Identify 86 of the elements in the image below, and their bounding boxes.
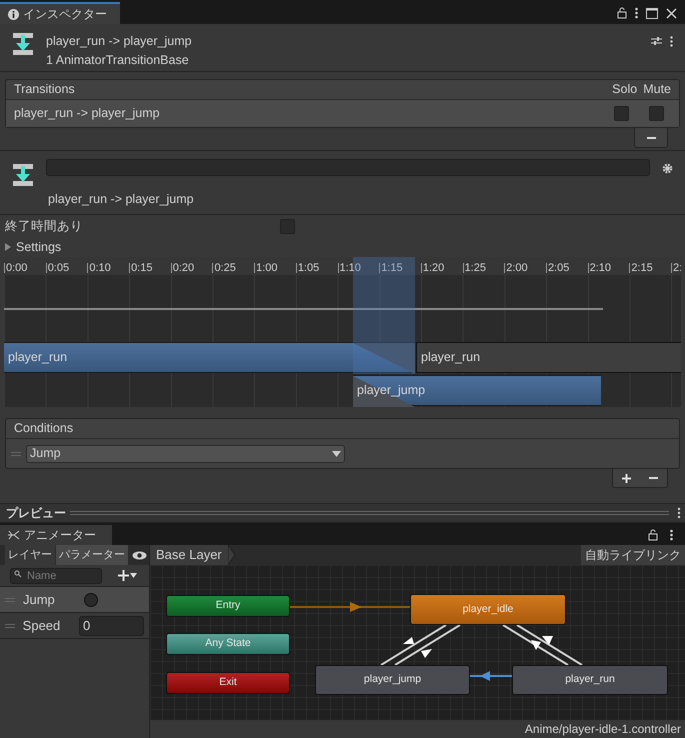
trigger-toggle[interactable]: [84, 592, 98, 606]
time-label: 1:05: [298, 262, 320, 274]
transition-icon: [12, 163, 34, 187]
parameter-value-field[interactable]: 0: [79, 616, 144, 636]
time-label: 0:05: [48, 262, 70, 274]
search-icon: [14, 570, 23, 578]
panel-tab[interactable]: レイヤー: [5, 545, 55, 565]
state-node[interactable]: Exit: [166, 672, 290, 694]
parameter-row[interactable]: Speed 0: [0, 613, 149, 639]
time-label: 2:05: [548, 262, 570, 274]
time-label: 2:: [673, 262, 681, 274]
parameter-dropdown[interactable]: Jump: [26, 444, 345, 462]
inspector-tab[interactable]: インスペクター: [0, 2, 120, 24]
drag-handle-icon[interactable]: [5, 624, 15, 628]
object-type: 1 AnimatorTransitionBase: [46, 52, 190, 69]
controller-path: Anime/player-idle-1.controller: [524, 721, 681, 738]
conditions-header: Conditions: [14, 420, 74, 438]
lock-icon[interactable]: [617, 7, 627, 19]
live-link-button[interactable]: 自動ライブリンク: [581, 545, 685, 565]
time-label: 1:15: [381, 262, 403, 274]
time-label: 2:10: [590, 262, 612, 274]
checkbox[interactable]: [648, 106, 664, 121]
search-field[interactable]: Name: [10, 568, 102, 584]
dropdown-arrow-icon: [332, 450, 341, 456]
add-parameter-button[interactable]: [118, 570, 137, 581]
more-icon[interactable]: [670, 36, 673, 47]
add-condition-button[interactable]: [620, 471, 634, 485]
close-icon[interactable]: [666, 8, 677, 18]
time-label: 0:20: [172, 262, 194, 274]
more-icon[interactable]: [670, 529, 673, 541]
time-label: 0:10: [89, 262, 111, 274]
animator-tab[interactable]: アニメーター: [0, 525, 112, 545]
time-label: 1:25: [464, 262, 486, 274]
state-node[interactable]: player_run: [512, 665, 668, 695]
time-label: 1:20: [422, 262, 444, 274]
remove-button[interactable]: [634, 128, 668, 148]
minus-icon: [649, 477, 658, 479]
time-label: 1:10: [340, 262, 361, 274]
clip-bar[interactable]: player_run: [4, 342, 415, 373]
settings-foldout[interactable]: Settings: [0, 237, 685, 257]
transition-icon: [12, 32, 34, 56]
caret-icon: [130, 573, 137, 578]
name-field[interactable]: [46, 159, 650, 176]
transition-name: player_run -> player_jump: [47, 191, 195, 208]
more-icon[interactable]: [635, 7, 638, 19]
time-label: 0:25: [214, 262, 236, 274]
eye-icon[interactable]: [132, 550, 146, 560]
mute-header: Mute: [643, 81, 671, 98]
time-label: 0:15: [131, 262, 152, 274]
plus-icon: [118, 570, 129, 581]
transition-arrow[interactable]: [380, 624, 447, 666]
parameter-row[interactable]: Jump: [0, 587, 149, 613]
settings-icon[interactable]: [662, 163, 673, 174]
time-label: 2:00: [506, 262, 528, 274]
transition-arrow[interactable]: [516, 624, 583, 666]
sliders-icon[interactable]: [651, 36, 662, 46]
timeline[interactable]: 0:00 0:05 0:10 0:15 0:20 0:25 1:00 1:05 1:10 1:15 1:20 1:25 2:00 2:05 2:10 2:15 2: player_run player_run player_jump: [4, 257, 681, 407]
panel-tab[interactable]: パラメーター: [56, 545, 128, 565]
drag-handle-icon[interactable]: [11, 452, 21, 456]
state-node[interactable]: player_jump: [315, 665, 470, 695]
animator-icon: [8, 530, 20, 540]
lock-icon[interactable]: [648, 529, 658, 541]
solo-header: Solo: [612, 81, 638, 98]
info-icon: [8, 8, 19, 20]
exit-time-label: 終了時間あり: [5, 218, 84, 235]
clip-bar[interactable]: player_jump: [353, 375, 601, 406]
transitions-header: Transitions: [14, 81, 75, 98]
clip-bar[interactable]: player_run: [416, 342, 681, 373]
preview-label: プレビュー: [6, 505, 66, 522]
transition-arrow[interactable]: [394, 624, 461, 666]
parameter-name: Jump: [23, 590, 56, 609]
time-label: 1:00: [256, 262, 278, 274]
object-title: player_run -> player_jump: [46, 33, 193, 50]
plus-icon: [622, 474, 631, 482]
parameter-name: Speed: [22, 616, 62, 635]
checkbox[interactable]: [614, 106, 628, 121]
transition-row[interactable]: player_run -> player_jump: [6, 100, 679, 127]
state-node[interactable]: Entry: [166, 595, 290, 617]
minus-icon: [646, 136, 656, 138]
foldout-arrow-icon: [4, 243, 12, 251]
time-label: 0:00: [6, 262, 28, 274]
time-label: 2:15: [631, 262, 653, 274]
transition-arrow[interactable]: [502, 624, 569, 666]
maximize-icon[interactable]: [646, 8, 658, 18]
layer-breadcrumb[interactable]: Base Layer: [150, 545, 236, 565]
state-graph[interactable]: Entry Any State Exit player_idle player_jump player_run: [150, 565, 685, 720]
